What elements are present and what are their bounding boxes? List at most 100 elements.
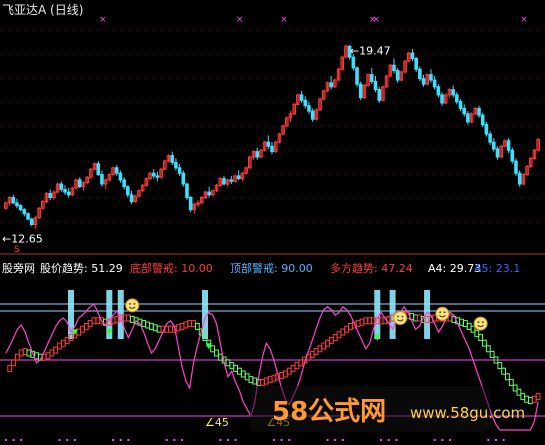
candle: [89, 167, 93, 179]
candle: [281, 124, 285, 136]
trend-step-down: [217, 353, 223, 361]
candle-down-body: [440, 94, 444, 104]
trend-step-down: [501, 367, 507, 375]
candle: [4, 201, 8, 210]
candle: [488, 131, 492, 145]
trend-step-up: [325, 339, 330, 347]
candle-down-body: [151, 172, 156, 177]
candle-down-body: [174, 161, 178, 169]
candle: [525, 165, 529, 176]
candle-down-body: [77, 179, 82, 188]
volume-dot: [226, 439, 229, 441]
candle: [462, 104, 467, 117]
candle: [384, 74, 389, 89]
trend-step-down: [233, 364, 239, 372]
chart-title: 飞亚达A (日线): [2, 3, 83, 17]
smiley-icon: [473, 316, 488, 331]
candle: [107, 173, 112, 182]
volume-dot: [487, 439, 490, 441]
candle-down-body: [358, 83, 363, 99]
trend-step-down: [26, 349, 32, 357]
trend-step-up: [317, 345, 323, 353]
candle: [466, 111, 470, 125]
trend-step-down: [244, 373, 250, 381]
candle: [196, 200, 200, 207]
trend-step-down: [516, 388, 522, 396]
candle-down-body: [15, 202, 19, 207]
trend-step-up: [535, 392, 541, 400]
candle-down-body: [185, 183, 189, 198]
candle: [425, 73, 430, 86]
candle: [532, 148, 537, 160]
trend-step-up: [279, 371, 284, 379]
trend-step-down: [141, 320, 147, 328]
trend-step-down: [194, 322, 200, 330]
candle: [126, 185, 130, 198]
candle: [18, 204, 23, 211]
trend-step-down: [237, 367, 242, 375]
top-markers: ××××××××××××××: [99, 15, 528, 25]
candle: [314, 108, 319, 121]
candle: [137, 189, 141, 198]
candle: [451, 85, 455, 98]
trend-step-down: [478, 334, 484, 342]
candle-down-body: [477, 107, 481, 116]
trend-step-down: [145, 321, 150, 329]
candle: [188, 196, 193, 213]
candle-down-body: [126, 186, 130, 196]
candle-down-body: [22, 209, 27, 215]
candle-down-body: [462, 107, 467, 115]
candle-down-body: [432, 79, 437, 88]
volume-dot: [441, 439, 444, 441]
price-panel: 飞亚达A (日线) ×××××××××××××× ←19.47 ←12.65 S: [0, 3, 545, 255]
candle: [358, 81, 363, 101]
top-marker: ×: [280, 15, 288, 25]
candle: [499, 144, 503, 159]
watermark: 58公式网 www.58gu.com: [250, 386, 525, 432]
trend-step-up: [45, 352, 51, 360]
candle: [129, 190, 134, 205]
volume-dot: [449, 439, 452, 441]
candle: [469, 112, 474, 124]
candle: [458, 98, 463, 112]
trend-step-up: [355, 320, 361, 328]
top-marker: ×: [99, 15, 107, 25]
candle: [33, 216, 38, 229]
volume-dot: [494, 439, 497, 441]
volume-dot: [502, 439, 505, 441]
trend-step-up: [91, 317, 97, 325]
candle: [477, 105, 481, 118]
trend-step-down: [214, 349, 219, 357]
candle: [225, 178, 230, 187]
trend-step-up: [294, 362, 300, 370]
trend-step-down: [474, 329, 480, 337]
candle: [418, 66, 422, 82]
candle: [303, 96, 308, 109]
volume-dot: [20, 439, 23, 441]
trend-step-up: [53, 346, 59, 354]
candle: [66, 188, 71, 198]
candle-down-body: [495, 148, 500, 158]
volume-dot: [341, 439, 344, 441]
smiley-icon: [125, 298, 140, 313]
candle: [11, 194, 16, 205]
candle: [292, 103, 296, 116]
trend-step-up: [309, 350, 315, 358]
candle-down-body: [310, 110, 315, 120]
candle: [299, 90, 304, 103]
trend-step-down: [225, 359, 231, 367]
trend-step-up: [298, 359, 304, 367]
candle: [248, 155, 252, 170]
trend-step-down: [240, 370, 246, 378]
trend-step-down: [413, 314, 418, 322]
candle-down-body: [392, 64, 396, 72]
candle: [140, 184, 145, 193]
trend-step-down: [497, 362, 503, 370]
candle-down-body: [229, 179, 234, 182]
candle: [26, 212, 30, 221]
trend-step-up: [87, 320, 93, 328]
trend-step-down: [156, 325, 162, 333]
candle-down-body: [421, 78, 426, 85]
candle: [163, 159, 167, 171]
candle: [484, 121, 489, 137]
